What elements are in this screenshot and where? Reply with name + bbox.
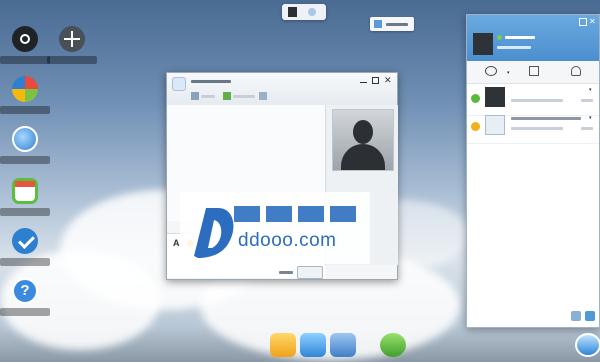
contact-icon[interactable] [571,66,581,76]
desktop-label [0,258,50,266]
avatar [485,115,505,135]
contact-avatar [332,109,394,171]
desktop-label [0,106,50,114]
watermark-logo [194,208,234,258]
font-icon[interactable]: A [173,238,180,248]
office-icon [12,76,38,102]
panel-header: ✕ [467,15,599,61]
desktop-item-calendar[interactable] [0,178,50,218]
list-item[interactable]: ▾ [467,113,599,144]
chevron-down-icon[interactable]: ▾ [507,70,510,76]
oa-icon [12,228,38,254]
cloud-icon[interactable] [300,333,326,357]
top-right-button[interactable] [370,17,414,31]
desktop-label [0,208,50,216]
watermark-site: ddooo.com [238,230,337,251]
desktop-item-settings[interactable] [0,26,50,66]
desktop-item-browser[interactable] [0,126,50,166]
help-icon: ? [12,278,38,304]
browser-icon [12,126,38,152]
desktop-label [0,308,50,316]
minimize-icon[interactable] [360,77,367,83]
desktop-label [47,56,97,64]
user-avatar [473,33,493,55]
top-quick-bar[interactable] [282,4,326,20]
desktop-label [0,156,50,164]
globe-icon[interactable] [575,333,600,357]
desktop-item-oa[interactable] [0,228,50,268]
menu-icon[interactable] [585,311,595,321]
close-icon[interactable]: ✕ [384,76,392,85]
enter-hint [279,271,293,274]
avatar [485,87,505,107]
contacts-icon[interactable] [330,333,356,357]
panel-tabs: ▾ [467,61,599,84]
chevron-down-icon[interactable]: ▾ [589,87,592,93]
edit-icon[interactable] [579,18,587,26]
desktop-label [0,56,50,64]
list-item[interactable]: ▾ [467,85,599,116]
online-status-icon [497,35,502,40]
chevron-down-icon[interactable]: ▾ [589,115,592,121]
settings-icon [12,26,38,52]
watermark-chinese-text [234,202,358,226]
app-logo-icon [172,77,186,91]
dot-icon [308,8,316,16]
close-icon[interactable]: ✕ [589,17,596,26]
list-icon[interactable] [529,66,539,76]
add-icon [59,26,85,52]
network-icon [374,20,382,28]
send-button[interactable] [297,266,323,279]
chat-icon[interactable] [485,66,497,76]
window-icon [288,7,297,17]
maximize-icon[interactable] [372,77,379,84]
filter-icon[interactable] [571,311,581,321]
window-titlebar: ✕ [167,73,397,105]
sound-icon[interactable] [259,92,267,100]
desktop-item-add-app[interactable] [47,26,97,66]
status-icon [471,122,480,131]
discussion-icon[interactable] [223,92,231,100]
desktop-item-help[interactable]: ? [0,278,50,318]
chat-bubble-icon[interactable] [380,333,406,357]
status-icon [471,94,480,103]
contacts-panel[interactable]: ✕ ▾ ▾ ▾ [466,14,600,328]
share-icon[interactable] [191,92,199,100]
watermark: ddooo.com [180,192,370,264]
mail-icon[interactable] [270,333,296,357]
desktop-item-office[interactable] [0,76,50,116]
calendar-icon [12,178,38,204]
